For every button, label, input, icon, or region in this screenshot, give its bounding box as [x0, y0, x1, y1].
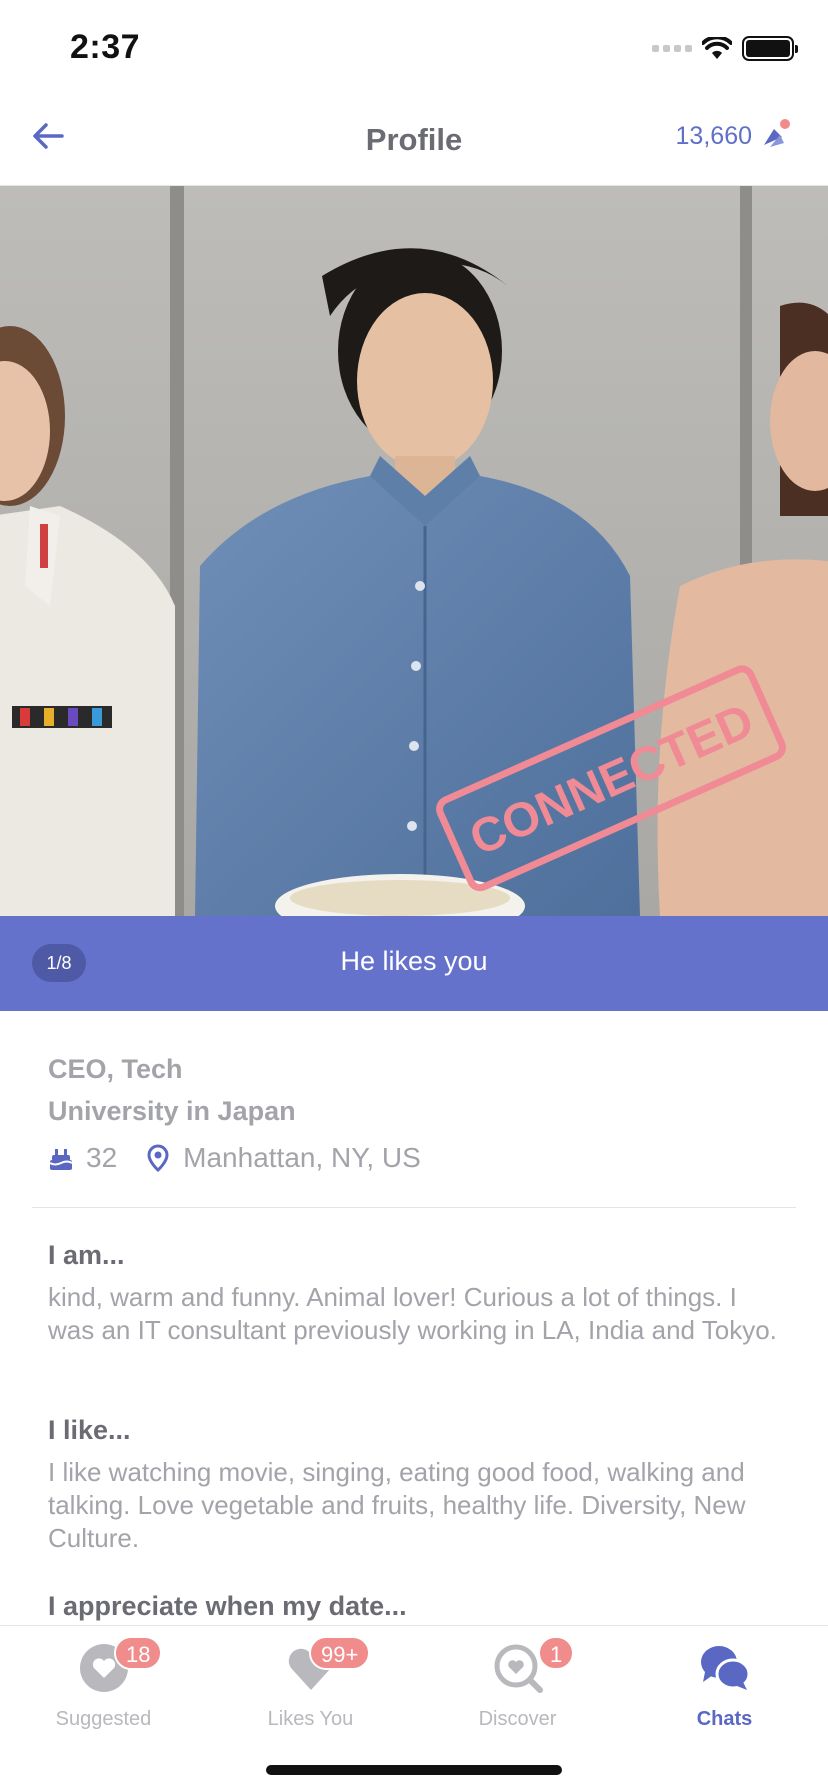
- suggested-badge: 18: [114, 1636, 163, 1670]
- tab-label: Suggested: [55, 1708, 152, 1730]
- school: University in Japan: [48, 1096, 296, 1126]
- coin-icon: [760, 116, 792, 151]
- nav-header: Profile 13,660: [0, 100, 828, 186]
- location-pin-icon: [147, 1144, 169, 1172]
- likes-banner: 1/8 He likes you: [0, 916, 828, 1011]
- section-heading: I appreciate when my date...: [48, 1591, 407, 1621]
- coins-value: 13,660: [675, 122, 752, 150]
- tab-chats[interactable]: Chats: [621, 1626, 828, 1746]
- section-text: I like watching movie, singing, eating g…: [48, 1457, 746, 1553]
- home-indicator: [266, 1765, 562, 1775]
- wifi-icon: [702, 36, 732, 59]
- tab-likes-you[interactable]: 99+ Likes You: [207, 1626, 414, 1746]
- section-heading: I like...: [48, 1415, 131, 1445]
- notification-dot: [778, 116, 792, 131]
- tab-suggested[interactable]: 18 Suggested: [0, 1626, 207, 1746]
- profile-meta: 32 Manhattan, NY, US: [48, 1142, 788, 1174]
- location: Manhattan, NY, US: [183, 1142, 421, 1173]
- age: 32: [86, 1142, 118, 1173]
- likes-text: He likes you: [340, 946, 488, 976]
- section-i-am: I am... kind, warm and funny. Animal lov…: [48, 1240, 788, 1347]
- chats-bubble-icon: [700, 1646, 750, 1690]
- battery-icon: [742, 36, 798, 61]
- tab-label: Chats: [696, 1708, 753, 1730]
- likes-badge: 99+: [309, 1636, 371, 1670]
- status-icons: [652, 36, 798, 61]
- tab-label: Discover: [478, 1708, 557, 1730]
- profile-info: CEO, Tech University in Japan 32 Manhatt…: [48, 1048, 788, 1174]
- tab-discover[interactable]: 1 Discover: [414, 1626, 621, 1746]
- status-time: 2:37: [70, 28, 141, 66]
- profile-photo[interactable]: CONNECTED: [0, 186, 828, 916]
- cellular-signal-icon: [652, 45, 692, 52]
- discover-search-icon: [494, 1644, 543, 1693]
- job-title: CEO, Tech: [48, 1054, 183, 1084]
- divider: [32, 1207, 796, 1208]
- section-text: kind, warm and funny. Animal lover! Curi…: [48, 1282, 777, 1345]
- discover-badge: 1: [538, 1636, 575, 1670]
- status-bar: 2:37: [0, 0, 828, 100]
- coins-balance[interactable]: 13,660: [675, 116, 792, 151]
- section-i-like: I like... I like watching movie, singing…: [48, 1415, 788, 1555]
- section-heading: I am...: [48, 1240, 125, 1270]
- tab-label: Likes You: [267, 1708, 354, 1730]
- birthday-cake-icon: [49, 1149, 73, 1170]
